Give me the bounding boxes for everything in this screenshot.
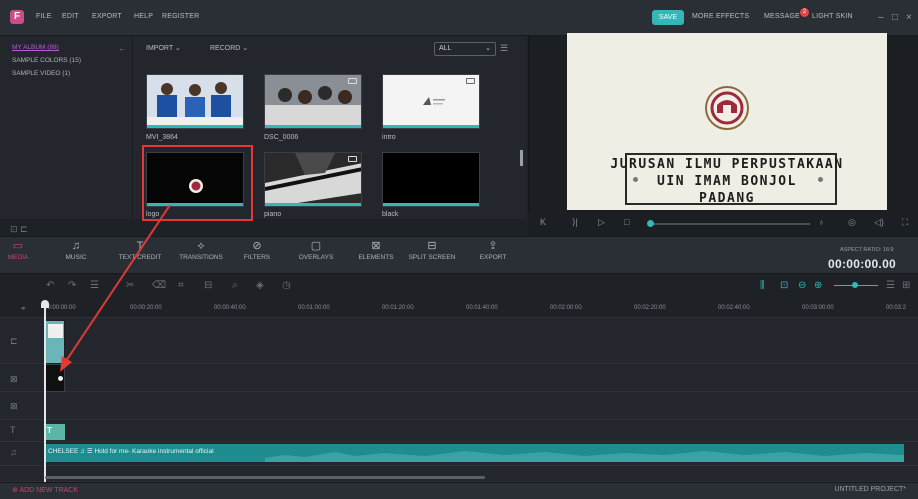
drag-arrow-icon	[60, 204, 171, 372]
